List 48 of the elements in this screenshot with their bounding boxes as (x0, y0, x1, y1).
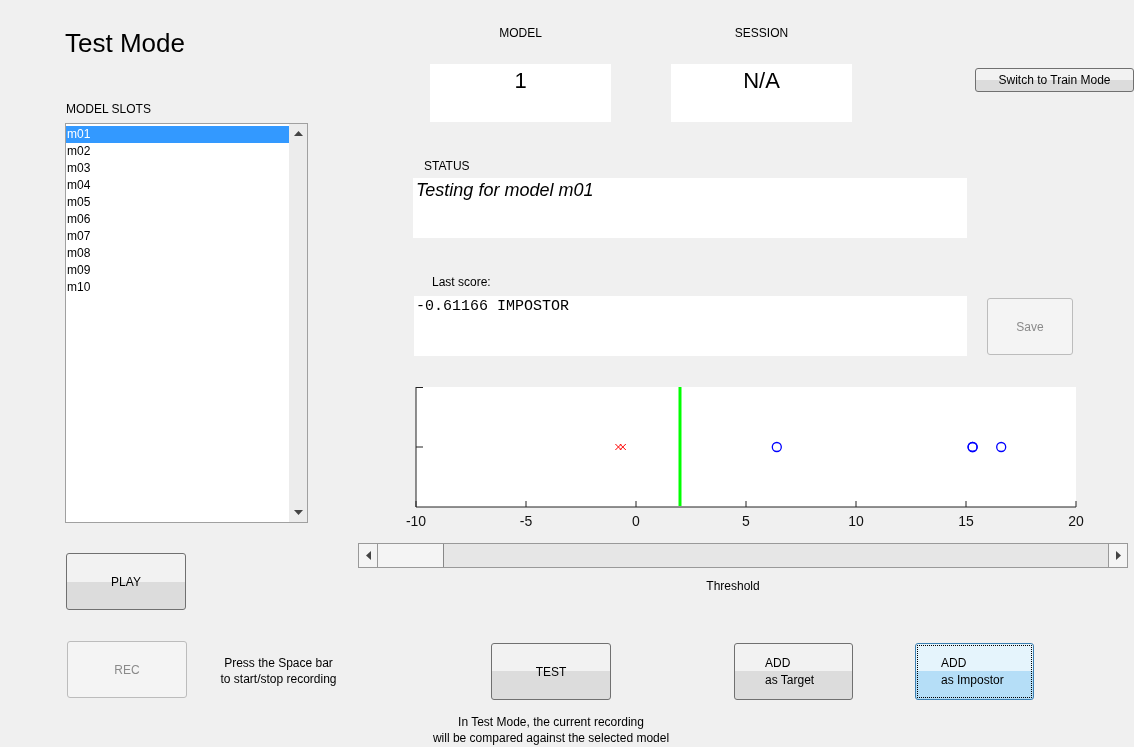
axis-tick-label: -5 (519, 513, 533, 529)
scroll-up-icon[interactable] (293, 130, 303, 136)
model-slots-label: MODEL SLOTS (66, 102, 152, 116)
scroll-down-icon[interactable] (293, 510, 303, 516)
axis-tick-label: 0 (632, 513, 640, 529)
model-label: MODEL (498, 26, 543, 40)
axis-tick-label: -10 (405, 513, 427, 529)
scrollbar[interactable] (289, 124, 307, 522)
add-button[interactable]: ADD as Impostor (915, 643, 1034, 700)
scroll-right-button[interactable] (1109, 544, 1127, 567)
model-slot-item[interactable]: m10 (66, 279, 289, 296)
left-arrow-icon (365, 551, 371, 560)
model-slot-item[interactable]: m09 (66, 262, 289, 279)
test-mode-note: will be compared against the selected model (432, 730, 670, 746)
model-value: 1 (430, 64, 611, 122)
last-score-text: -0.61166 IMPOSTOR (414, 296, 967, 356)
switch-mode-button[interactable]: Switch to Train Mode (975, 68, 1134, 92)
model-slot-item[interactable]: m07 (66, 228, 289, 245)
model-slot-item[interactable]: m02 (66, 143, 289, 160)
status-text: Testing for model m01 (413, 178, 967, 238)
axis-tick-label: 5 (742, 513, 750, 529)
test-mode-note: In Test Mode, the current recording (457, 714, 645, 730)
add-button[interactable]: ADD as Target (734, 643, 853, 700)
model-slot-item[interactable]: m08 (66, 245, 289, 262)
threshold-slider[interactable] (358, 543, 1128, 568)
scroll-left-button[interactable] (359, 544, 377, 567)
model-slots-list[interactable]: m01 m02 m03 m04 m05 m06 m07 m08 m09 m10 (65, 123, 308, 523)
axis-tick-label: 15 (958, 513, 974, 529)
circle-marker (771, 441, 782, 453)
page-title: Test Mode (65, 28, 186, 60)
recording-hint: Press the Space bar (223, 655, 334, 671)
right-arrow-icon (1115, 551, 1121, 560)
test-button[interactable]: TEST (491, 643, 611, 700)
last-score-label: Last score: (432, 275, 492, 289)
status-label: STATUS (424, 159, 471, 173)
session-label: SESSION (733, 26, 790, 40)
model-slot-item[interactable]: m04 (66, 177, 289, 194)
axis-tick-label: 20 (1068, 513, 1084, 529)
play-button[interactable]: PLAY (66, 553, 186, 610)
slider-thumb[interactable] (378, 544, 444, 567)
recording-hint: to start/stop recording (219, 671, 338, 687)
threshold-label: Threshold (705, 579, 761, 593)
axis-tick-label: 10 (848, 513, 864, 529)
session-value: N/A (671, 64, 852, 122)
model-slot-item[interactable]: m03 (66, 160, 289, 177)
model-slot-item[interactable]: m06 (66, 211, 289, 228)
circle-marker (996, 441, 1007, 453)
model-slot-item[interactable]: m05 (66, 194, 289, 211)
